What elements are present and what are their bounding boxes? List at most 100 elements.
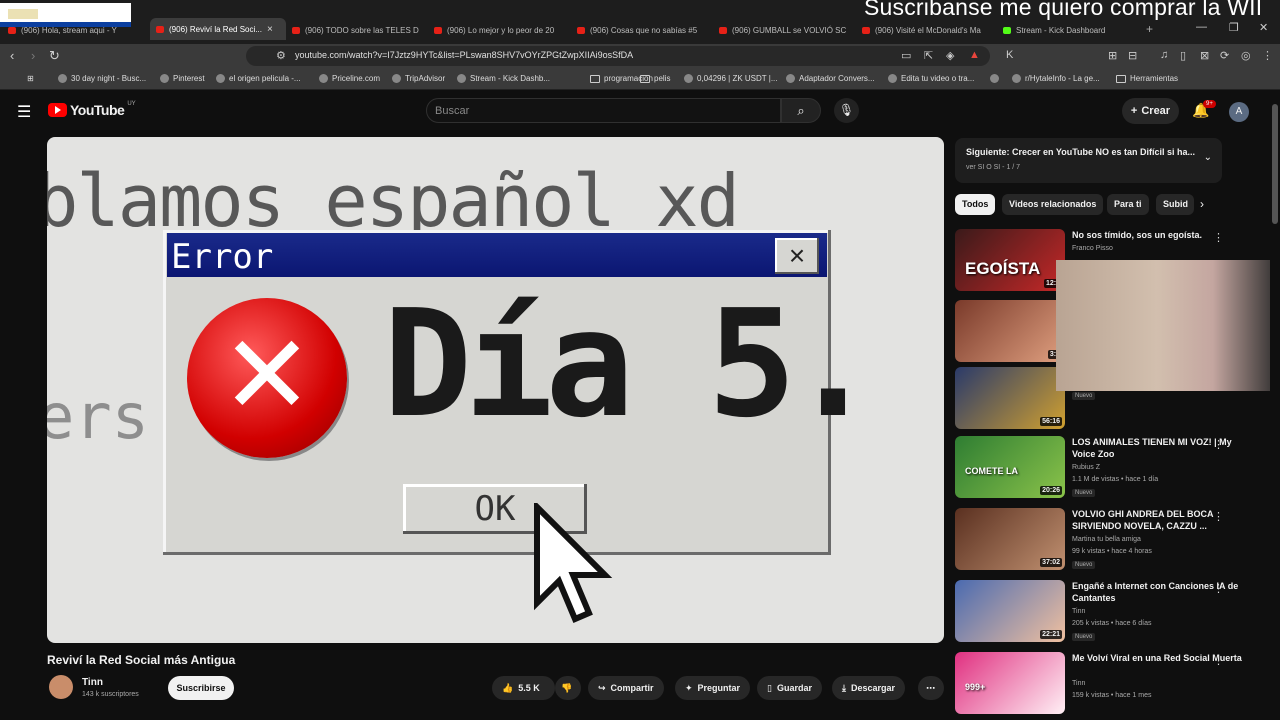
close-tab-icon[interactable]: × (267, 24, 273, 35)
bookmark-item[interactable]: Adaptador Convers... (786, 74, 875, 83)
browser-tab[interactable]: (906) Visité el McDonald's Ma (862, 20, 998, 40)
video-thumbnail[interactable]: EGOÍSTA 12:0 (955, 229, 1065, 291)
video-thumbnail[interactable]: COMETE LA 20:26 (955, 436, 1065, 498)
video-title[interactable]: VOLVIO GHI ANDREA DEL BOCA SIRVIENDO NOV… (1072, 508, 1252, 532)
video-player[interactable]: blamos español xd ers Error × ✕ Día 5. O… (47, 137, 944, 643)
chevron-down-icon[interactable]: ⌄ (1204, 152, 1212, 163)
minimize-icon[interactable]: — (1196, 21, 1207, 33)
bookmark-item[interactable]: r/HytaleInfo - La ge... (1012, 74, 1100, 83)
bookmark-item[interactable]: TripAdvisor (392, 74, 445, 83)
bookmark-item[interactable] (990, 74, 1003, 83)
bookmark-item[interactable]: Edita tu video o tra... (888, 74, 974, 83)
video-title[interactable]: Me Volví Viral en una Red Social Muerta (1072, 652, 1252, 664)
more-actions-button[interactable]: ⋯ (918, 676, 944, 700)
like-button[interactable]: 👍 5.5 K (492, 676, 555, 700)
video-thumbnail[interactable]: 999+ (955, 652, 1065, 714)
avatar[interactable]: A (1229, 102, 1249, 122)
filter-chip[interactable]: Subid (1156, 194, 1194, 215)
close-window-icon[interactable]: ✕ (1259, 21, 1268, 34)
video-thumbnail[interactable]: 22:21 (955, 580, 1065, 642)
ask-button[interactable]: ✦ Preguntar (675, 676, 751, 700)
bookmark-item[interactable]: Stream - Kick Dashb... (457, 74, 550, 83)
extension-icon[interactable]: ⟳ (1220, 49, 1229, 62)
reload-icon[interactable]: ↻ (49, 48, 60, 64)
apps-icon[interactable]: ⊞ (27, 74, 34, 83)
download-button[interactable]: ⤓ Descargar (832, 676, 906, 700)
maximize-icon[interactable]: ❐ (1229, 21, 1239, 34)
more-icon[interactable]: ⋮ (1213, 231, 1224, 244)
more-icon[interactable]: ⋮ (1213, 510, 1224, 523)
error-icon: ✕ (187, 298, 347, 458)
voice-search-icon[interactable]: 🎙 (834, 98, 859, 123)
kick-extension-icon[interactable]: K (1006, 49, 1013, 61)
tab-label: (906) Hola, stream aqui - Y (21, 25, 117, 35)
address-bar[interactable]: ⚙ youtube.com/watch?v=I7Jztz9HYTc&list=P… (246, 46, 990, 66)
browser-tab[interactable]: (906) TODO sobre las TELES D (292, 20, 428, 40)
filter-chip[interactable]: Para ti (1107, 194, 1149, 215)
playlist-next-box[interactable]: Siguiente: Crecer en YouTube NO es tan D… (955, 138, 1222, 183)
back-icon[interactable]: ‹ (10, 48, 14, 63)
wallet-icon[interactable]: ◎ (1241, 49, 1251, 62)
chevron-right-icon[interactable]: › (1200, 197, 1204, 211)
subscribe-button[interactable]: Suscribirse (168, 676, 234, 700)
channel-name[interactable]: Tinn (1072, 608, 1085, 615)
filter-chip[interactable]: Videos relacionados (1002, 194, 1104, 215)
cast-icon[interactable]: ▭ (901, 49, 911, 62)
channel-name[interactable]: Martina tu bella amiga (1072, 536, 1141, 543)
share-icon[interactable]: ⇱ (924, 49, 933, 62)
share-button[interactable]: ↪ Compartir (588, 676, 664, 700)
channel-avatar[interactable] (49, 675, 73, 699)
scrollbar[interactable] (1270, 94, 1280, 706)
video-thumbnail[interactable]: 3:1 (955, 300, 1065, 362)
save-button[interactable]: ▯ Guardar (757, 676, 822, 700)
channel-name[interactable]: Tinn (1072, 680, 1085, 687)
bookmark-item[interactable]: Pinterest (160, 74, 205, 83)
video-thumbnail[interactable]: 56:16 (955, 367, 1065, 429)
recommended-video[interactable]: 37:02 VOLVIO GHI ANDREA DEL BOCA SIRVIEND… (955, 508, 1267, 574)
channel-name[interactable]: Rubius Z (1072, 464, 1100, 471)
dislike-button[interactable]: 👎 (555, 676, 581, 700)
recommended-video[interactable]: 999+ Me Volví Viral en una Red Social Mue… (955, 652, 1267, 718)
browser-tab[interactable]: Stream - Kick Dashboard (1003, 20, 1133, 40)
youtube-logo[interactable]: YouTube UY (48, 101, 136, 118)
forward-icon[interactable]: › (31, 48, 35, 63)
shield-icon[interactable]: ◈ (946, 49, 954, 62)
alert-icon[interactable]: ▲ (969, 49, 980, 61)
browser-tab[interactable]: (906) Reviví la Red Soci... × (150, 18, 286, 40)
bookmark-item[interactable]: 0,04296 | ZK USDT |... (684, 74, 778, 83)
video-title[interactable]: No sos tímido, sos un egoísta. (1072, 229, 1252, 241)
filter-chip[interactable]: Todos (955, 194, 996, 215)
music-icon[interactable]: ♫ (1160, 49, 1168, 61)
bookmark-item[interactable]: 30 day night - Busc... (58, 74, 146, 83)
extension-icon[interactable]: ⊠ (1200, 49, 1209, 62)
more-icon[interactable]: ⋮ (1213, 582, 1224, 595)
search-button[interactable]: ⌕ (781, 98, 821, 123)
channel-name[interactable]: Tinn (82, 677, 103, 688)
site-info-icon[interactable]: ⚙ (276, 49, 286, 62)
video-duration: 56:16 (1040, 417, 1062, 426)
recommended-video[interactable]: COMETE LA 20:26 LOS ANIMALES TIENEN MI VOZ… (955, 436, 1267, 502)
new-tab-button[interactable]: + (1146, 22, 1153, 36)
recommended-video[interactable]: 22:21 Engañé a Internet con Canciones IA … (955, 580, 1267, 646)
menu-icon[interactable]: ⋮ (1262, 49, 1273, 62)
more-icon[interactable]: ⋮ (1213, 654, 1224, 667)
more-icon[interactable]: ⋮ (1213, 438, 1224, 451)
video-thumbnail[interactable]: 37:02 (955, 508, 1065, 570)
video-title[interactable]: LOS ANIMALES TIENEN MI VOZ! | My Voice Z… (1072, 436, 1252, 460)
video-title[interactable]: Engañé a Internet con Canciones IA de Ca… (1072, 580, 1252, 604)
create-button[interactable]: + Crear (1122, 98, 1179, 124)
bookmark-item[interactable]: pelis (640, 74, 670, 83)
browser-tab[interactable]: (906) Hola, stream aqui - Y (8, 20, 144, 40)
channel-name[interactable]: Franco Pisso (1072, 245, 1113, 252)
extension-icon[interactable]: ⊞ (1108, 49, 1117, 62)
bookmark-item[interactable]: Herramientas (1116, 74, 1178, 83)
browser-tab[interactable]: (906) Lo mejor y lo peor de 20 (434, 20, 570, 40)
browser-tab[interactable]: (906) GUMBALL se VOLVIÓ SC (719, 20, 855, 40)
sidebar-icon[interactable]: ▯ (1180, 49, 1186, 62)
bookmark-item[interactable]: Priceline.com (319, 74, 380, 83)
search-input[interactable]: Buscar (426, 98, 781, 123)
bookmark-item[interactable]: el origen pelicula -... (216, 74, 301, 83)
menu-icon[interactable]: ☰ (17, 102, 31, 122)
browser-tab[interactable]: (906) Cosas que no sabías #5 (577, 20, 713, 40)
extension-icon[interactable]: ⊟ (1128, 49, 1137, 62)
